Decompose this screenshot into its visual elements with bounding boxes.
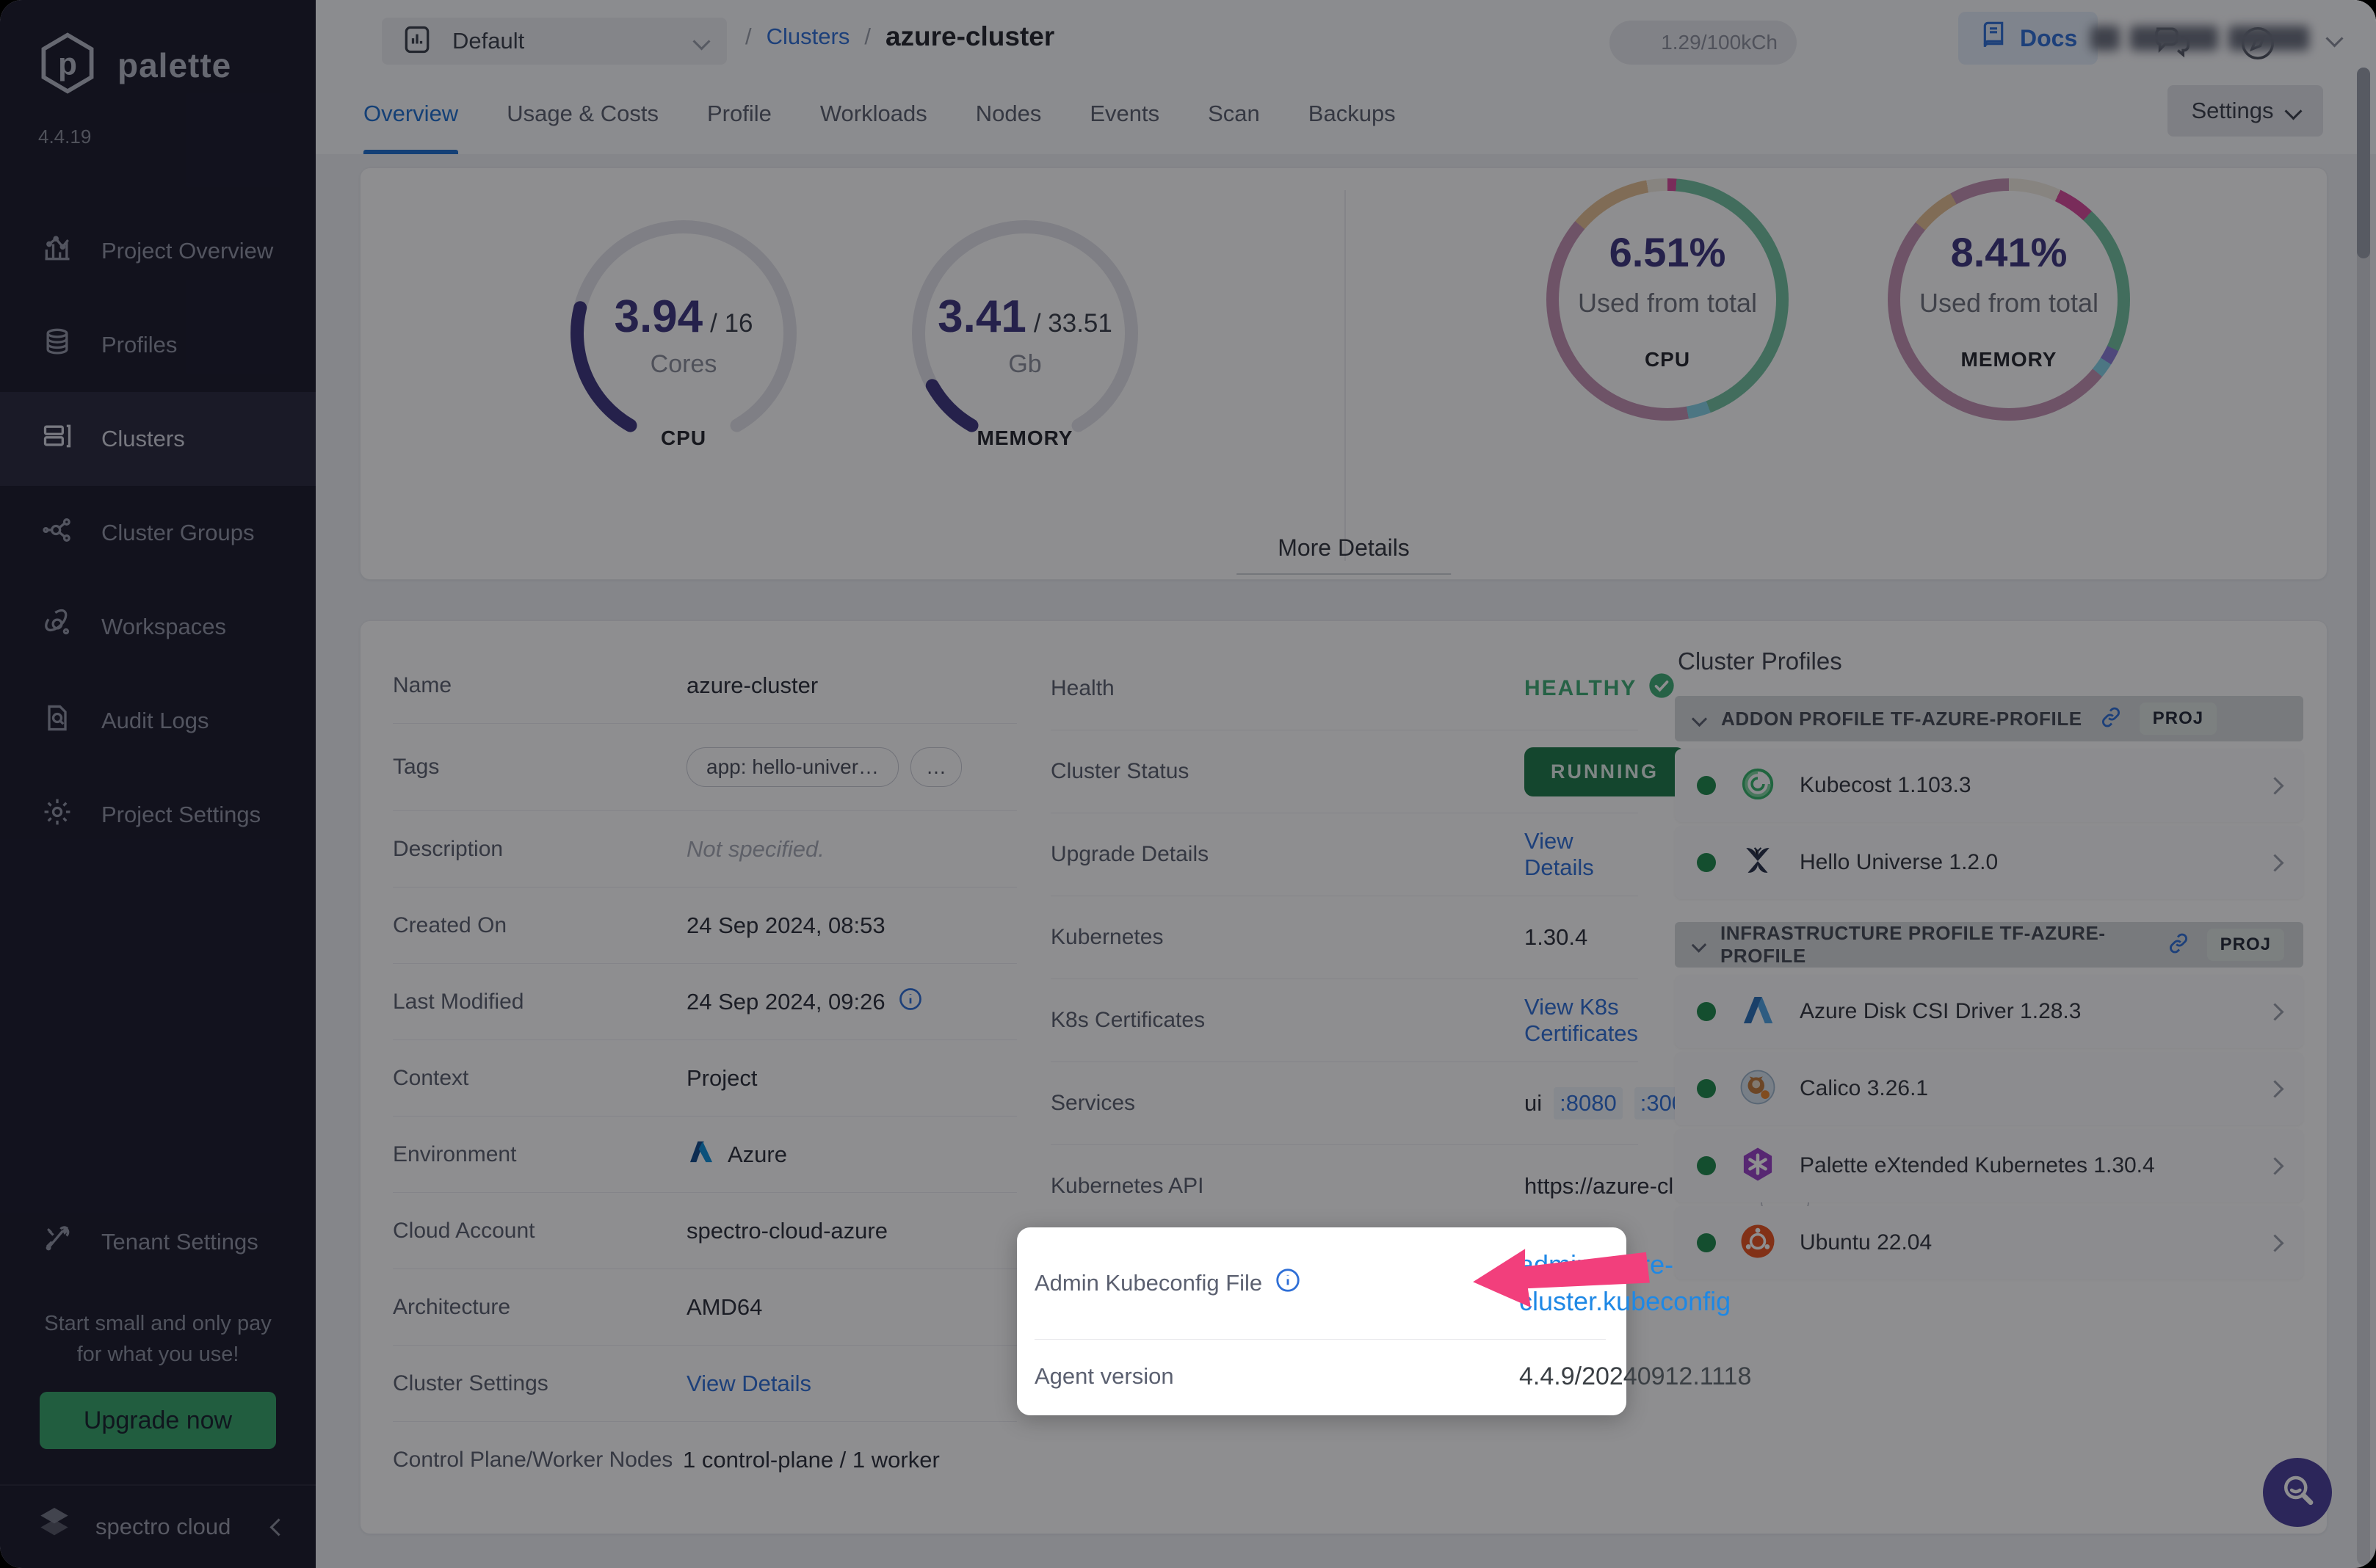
row-agent-version: Agent version 4.4.9/20240912.1118	[1035, 1339, 1751, 1413]
info-icon[interactable]	[1274, 1266, 1302, 1300]
agent-version-value: 4.4.9/20240912.1118	[1519, 1362, 1752, 1390]
annotation-arrow-icon	[1466, 1233, 1655, 1322]
app-window: p palette 4.4.19 Project Overview Profil…	[0, 0, 2376, 1568]
row-label: Agent version	[1035, 1363, 1174, 1389]
row-label: Admin Kubeconfig File	[1035, 1270, 1263, 1296]
